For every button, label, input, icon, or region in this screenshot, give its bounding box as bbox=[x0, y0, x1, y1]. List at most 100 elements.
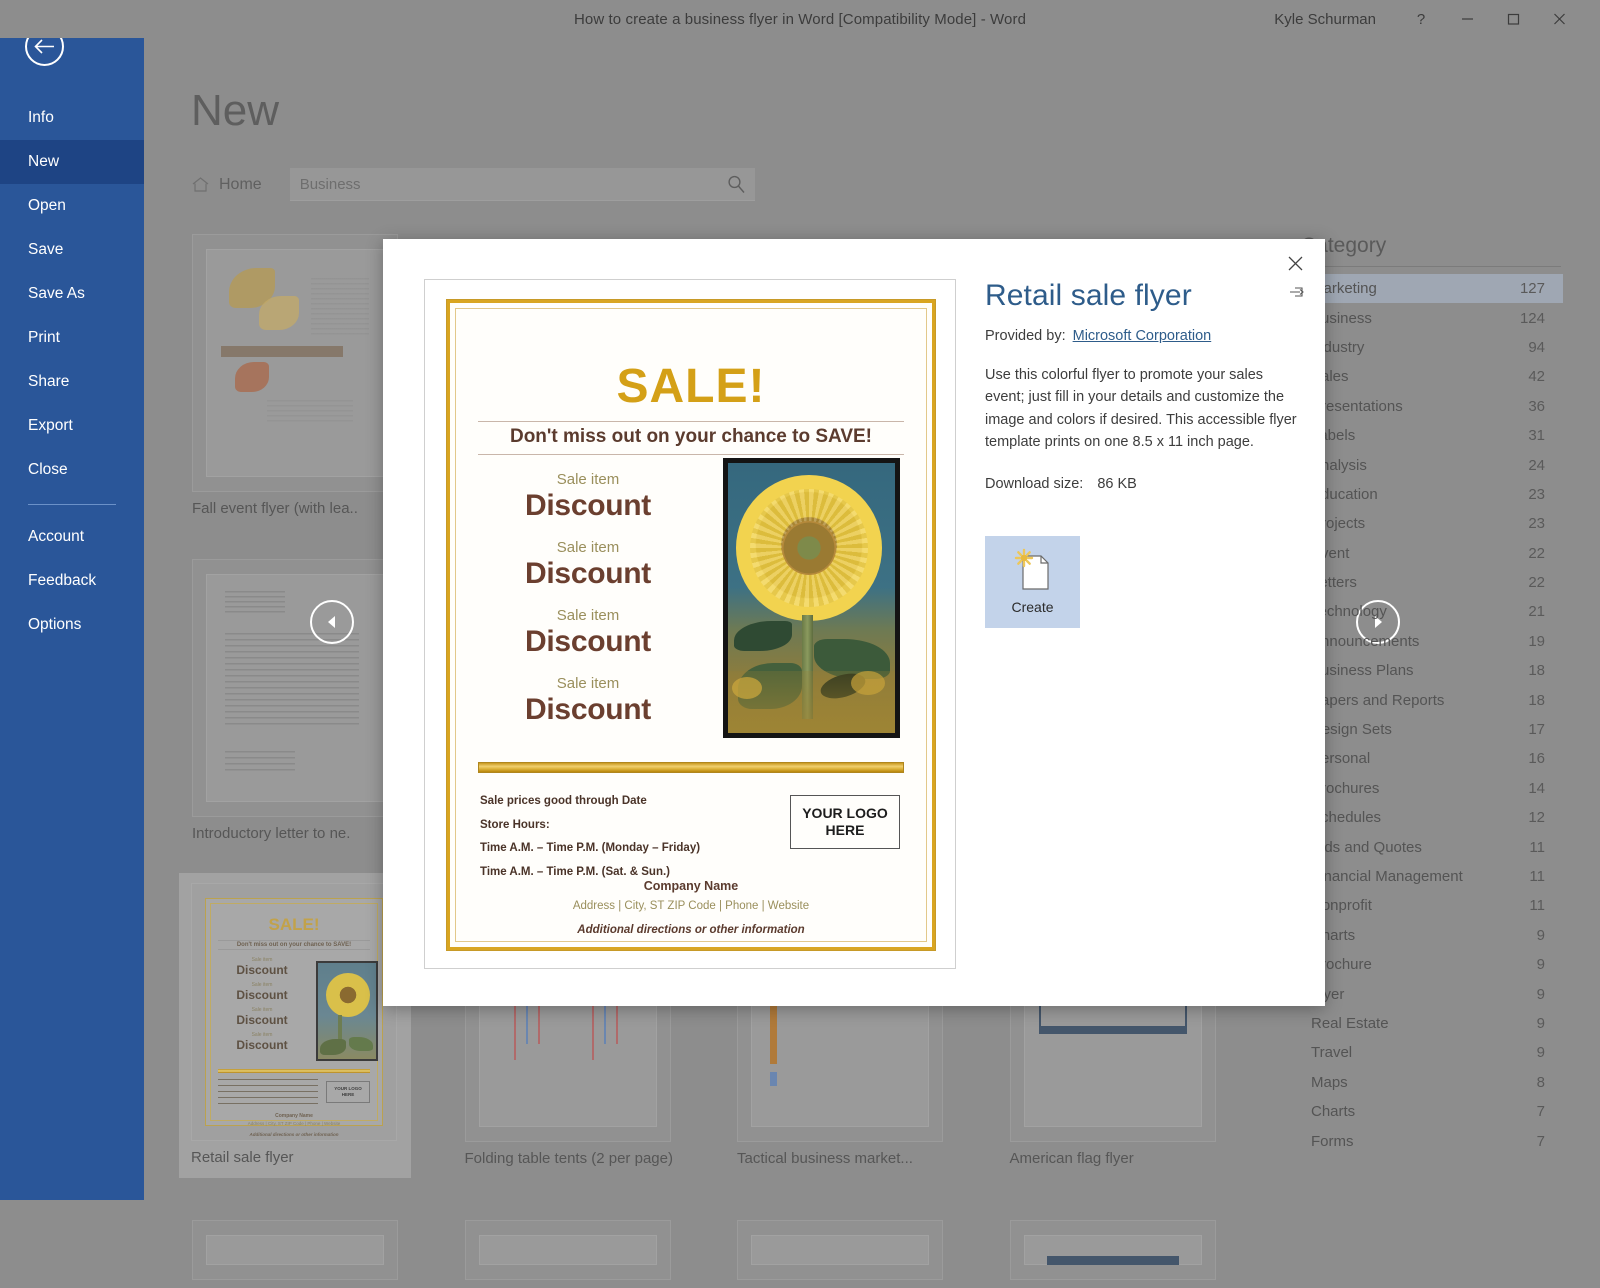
category-row[interactable]: Financial Management 11 bbox=[1301, 862, 1563, 891]
template-info-panel: Retail sale flyer Provided by: Microsoft … bbox=[985, 279, 1305, 628]
template-thumbnail-partial[interactable] bbox=[1009, 1220, 1216, 1280]
sidebar-item-options[interactable]: Options bbox=[0, 603, 144, 647]
home-breadcrumb[interactable]: Home bbox=[192, 176, 262, 194]
template-description: Use this colorful flyer to promote your … bbox=[985, 367, 1297, 451]
restore-button[interactable] bbox=[1490, 0, 1536, 38]
category-count: 9 bbox=[1536, 956, 1545, 974]
sidebar-item-info[interactable]: Info bbox=[0, 96, 144, 140]
category-row[interactable]: Labels 31 bbox=[1301, 421, 1563, 450]
category-row[interactable]: Presentations 36 bbox=[1301, 392, 1563, 421]
category-panel: Category Marketing 127 Business 124 Industry… bbox=[1301, 234, 1600, 1156]
category-row[interactable]: Event 22 bbox=[1301, 539, 1563, 568]
dialog-close-button[interactable] bbox=[1277, 247, 1313, 279]
category-row[interactable]: Forms 7 bbox=[1301, 1126, 1563, 1155]
category-row[interactable]: Education 23 bbox=[1301, 480, 1563, 509]
flyer-hours-line: Time A.M. – Time P.M. (Monday – Friday) bbox=[480, 842, 701, 855]
template-thumbnail-partial[interactable] bbox=[192, 1220, 398, 1280]
template-thumbnail-partial[interactable] bbox=[737, 1220, 943, 1280]
category-row[interactable]: Brochure 9 bbox=[1301, 950, 1563, 979]
sidebar-item-account[interactable]: Account bbox=[0, 515, 144, 559]
category-row[interactable]: Nonprofit 11 bbox=[1301, 891, 1563, 920]
download-size-value: 86 KB bbox=[1097, 475, 1137, 492]
category-count: 11 bbox=[1529, 868, 1545, 885]
category-row[interactable]: Business Plans 18 bbox=[1301, 656, 1563, 685]
previous-page-button[interactable] bbox=[310, 600, 354, 644]
template-cell[interactable] bbox=[192, 1220, 465, 1288]
thumbnail-page bbox=[478, 1235, 657, 1265]
category-row[interactable]: Business 124 bbox=[1301, 303, 1563, 332]
search-input[interactable]: Business bbox=[289, 168, 755, 201]
category-row[interactable]: Charts 7 bbox=[1301, 1097, 1563, 1126]
category-name: Real Estate bbox=[1311, 1014, 1389, 1032]
sidebar-item-print[interactable]: Print bbox=[0, 316, 144, 360]
category-row[interactable]: Analysis 24 bbox=[1301, 450, 1563, 479]
search-row: Home Business bbox=[192, 168, 755, 201]
sidebar-item-label: Export bbox=[28, 417, 73, 434]
category-row[interactable]: Personal 16 bbox=[1301, 744, 1563, 773]
close-window-button[interactable] bbox=[1536, 0, 1582, 38]
category-count: 11 bbox=[1529, 897, 1545, 915]
flyer-address-line: Address | City, ST ZIP Code | Phone | We… bbox=[572, 900, 810, 912]
help-button[interactable]: ? bbox=[1398, 0, 1444, 38]
category-count: 124 bbox=[1519, 309, 1545, 327]
sidebar-item-label: Share bbox=[28, 373, 70, 390]
flyer-logo-line1: YOUR LOGO bbox=[802, 804, 888, 821]
template-cell[interactable] bbox=[464, 1220, 738, 1288]
template-thumbnail-retail-sale-flyer[interactable]: SALE! Don't miss out on your chance to S… bbox=[191, 883, 397, 1141]
category-row[interactable]: Papers and Reports 18 bbox=[1301, 685, 1563, 714]
category-row[interactable]: Real Estate 9 bbox=[1301, 1009, 1563, 1038]
sidebar-item-share[interactable]: Share bbox=[0, 360, 144, 404]
category-name: Business Plans bbox=[1311, 662, 1414, 680]
category-count: 127 bbox=[1519, 280, 1545, 298]
category-row[interactable]: Brochures 14 bbox=[1301, 774, 1563, 803]
category-name: Charts bbox=[1311, 1103, 1356, 1121]
category-row[interactable]: Technology 21 bbox=[1301, 597, 1563, 626]
search-icon[interactable] bbox=[727, 175, 746, 194]
category-row[interactable]: Maps 8 bbox=[1301, 1068, 1563, 1097]
category-row[interactable]: Letters 22 bbox=[1301, 568, 1563, 597]
category-count: 18 bbox=[1528, 662, 1545, 680]
previous-arrow-icon bbox=[328, 616, 335, 628]
sidebar-item-new[interactable]: New bbox=[0, 140, 144, 184]
category-row[interactable]: Flyer 9 bbox=[1301, 979, 1563, 1008]
provided-by-label: Provided by: bbox=[985, 328, 1066, 344]
sidebar-item-save[interactable]: Save bbox=[0, 228, 144, 272]
sidebar-item-feedback[interactable]: Feedback bbox=[0, 559, 144, 603]
category-row[interactable]: Projects 23 bbox=[1301, 509, 1563, 538]
category-row[interactable]: Design Sets 17 bbox=[1301, 715, 1563, 744]
category-row[interactable]: Sales 42 bbox=[1301, 362, 1563, 391]
template-thumbnail-fall-event[interactable] bbox=[192, 234, 398, 492]
sidebar-item-open[interactable]: Open bbox=[0, 184, 144, 228]
category-row[interactable]: Announcements 19 bbox=[1301, 627, 1563, 656]
category-count: 9 bbox=[1536, 1014, 1545, 1032]
template-thumbnail-partial[interactable] bbox=[464, 1220, 671, 1280]
category-count: 36 bbox=[1528, 397, 1545, 415]
close-icon bbox=[1288, 256, 1302, 270]
category-count: 11 bbox=[1529, 838, 1545, 856]
template-label: Tactical business market... bbox=[737, 1150, 913, 1167]
flyer-items-column: Sale item Discount Sale item Discount Sa… bbox=[462, 455, 714, 727]
template-thumbnail-intro-letter[interactable] bbox=[192, 559, 398, 817]
category-row[interactable]: Industry 94 bbox=[1301, 333, 1563, 362]
category-row[interactable]: Bids and Quotes 11 bbox=[1301, 832, 1563, 861]
category-row[interactable]: Charts 9 bbox=[1301, 921, 1563, 950]
thumbnail-page bbox=[206, 1235, 384, 1265]
template-row bbox=[192, 1220, 1282, 1288]
sidebar-item-export[interactable]: Export bbox=[0, 404, 144, 448]
help-icon: ? bbox=[1416, 10, 1426, 28]
category-row[interactable]: Marketing 127 bbox=[1301, 274, 1563, 304]
provider-link[interactable]: Microsoft Corporation bbox=[1073, 328, 1212, 344]
sidebar-item-save-as[interactable]: Save As bbox=[0, 272, 144, 316]
category-count: 9 bbox=[1536, 985, 1545, 1003]
sidebar-item-close[interactable]: Close bbox=[0, 448, 144, 492]
template-cell[interactable] bbox=[1009, 1220, 1283, 1288]
create-button[interactable]: Create bbox=[985, 535, 1080, 628]
sidebar-menu: Info New Open Save Save As Print Share E… bbox=[0, 96, 144, 647]
template-cell[interactable] bbox=[737, 1220, 1010, 1288]
account-name[interactable]: Kyle Schurman bbox=[1274, 11, 1376, 28]
category-row[interactable]: Travel 9 bbox=[1301, 1038, 1563, 1067]
template-preview-dialog: SALE! Don't miss out on your chance to S… bbox=[383, 239, 1325, 1006]
minimize-button[interactable] bbox=[1444, 0, 1490, 38]
category-row[interactable]: Schedules 12 bbox=[1301, 803, 1563, 832]
search-value: Business bbox=[299, 175, 361, 193]
